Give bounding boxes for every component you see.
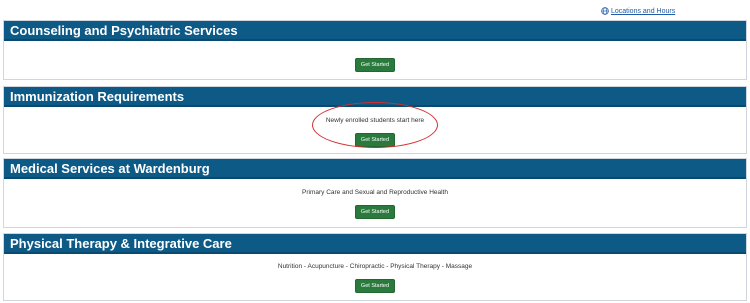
get-started-button[interactable]: Get Started (354, 58, 396, 72)
panel-title: Physical Therapy & Integrative Care (4, 234, 746, 254)
panel-description: Newly enrolled students start here (325, 117, 425, 124)
panel-description: Nutrition - Acupuncture - Chiropractic -… (277, 263, 473, 270)
get-started-button[interactable]: Get Started (354, 279, 396, 293)
panel-immunization: Immunization Requirements Newly enrolled… (3, 86, 747, 154)
panel-counseling: Counseling and Psychiatric Services Get … (3, 20, 747, 80)
panel-body: Nutrition - Acupuncture - Chiropractic -… (4, 254, 746, 300)
get-started-button[interactable]: Get Started (354, 205, 396, 219)
panel-physical-therapy: Physical Therapy & Integrative Care Nutr… (3, 233, 747, 301)
panel-body: Primary Care and Sexual and Reproductive… (4, 179, 746, 227)
locations-and-hours-label: Locations and Hours (611, 7, 676, 15)
panel-description: Primary Care and Sexual and Reproductive… (302, 189, 448, 196)
panel-medical-services: Medical Services at Wardenburg Primary C… (3, 158, 747, 228)
locations-and-hours-link[interactable]: Locations and Hours (601, 7, 675, 15)
globe-icon (601, 7, 609, 15)
panel-title: Medical Services at Wardenburg (4, 159, 746, 179)
panel-title: Immunization Requirements (4, 87, 746, 107)
panel-body: Get Started (4, 41, 746, 79)
get-started-button[interactable]: Get Started (354, 133, 396, 147)
panel-title: Counseling and Psychiatric Services (4, 21, 746, 41)
panel-body: Newly enrolled students start here Get S… (4, 107, 746, 153)
